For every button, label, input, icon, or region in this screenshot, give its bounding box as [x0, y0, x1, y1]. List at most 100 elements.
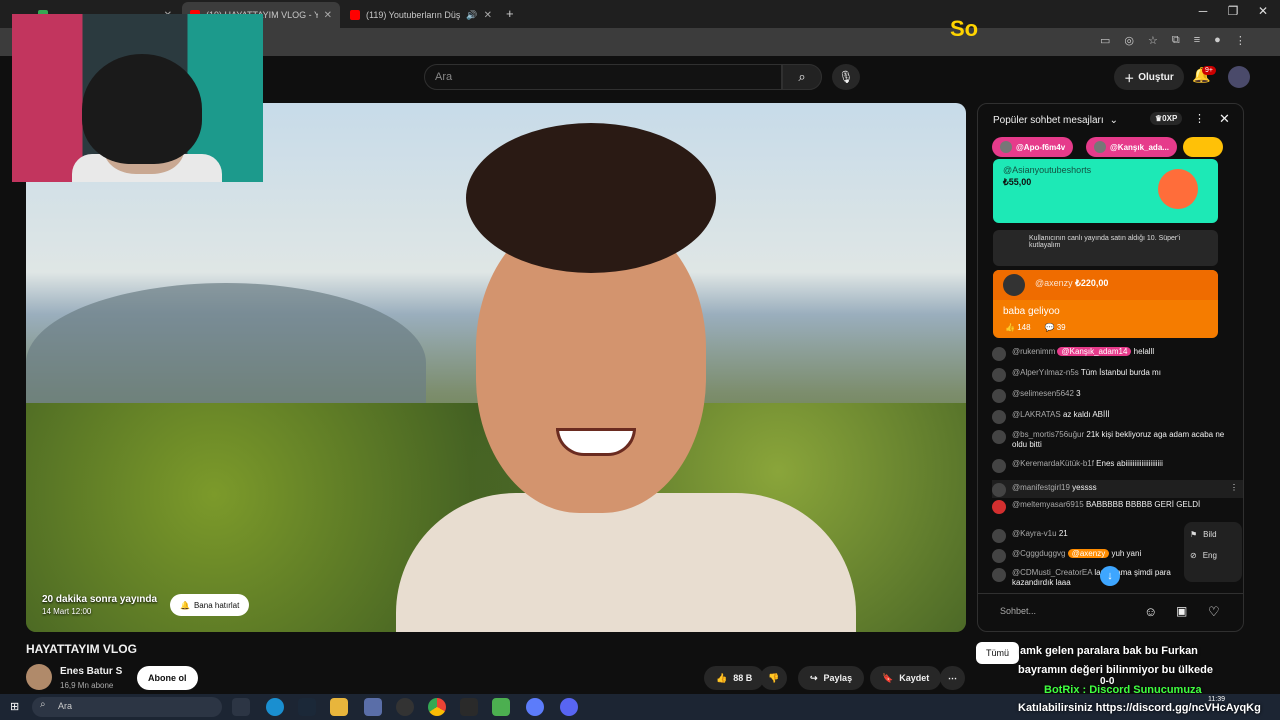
arrow-down-icon: ↓ [1107, 570, 1113, 582]
browser-tab-3[interactable]: (119) Youtuberların Düşüşü 🔊 ✕ [342, 2, 500, 28]
block-menu-item[interactable]: ⊘ Eng [1190, 551, 1236, 560]
profile-icon[interactable]: ● [1214, 34, 1221, 47]
search-button[interactable]: ⌕ [782, 64, 822, 90]
user-avatar [992, 368, 1006, 382]
extensions-icon[interactable]: ⧉ [1172, 34, 1180, 47]
subscribe-button[interactable]: Abone ol [137, 666, 198, 690]
user-avatar [992, 459, 1006, 473]
chat-message[interactable]: @manifestgirl19 yessss ⋮ [992, 480, 1243, 498]
filter-chip-all[interactable]: Tümü [976, 642, 1020, 664]
pinned-pill[interactable]: @Kanşık_ada... [1086, 137, 1177, 157]
superchat-card[interactable]: @axenzy ₺220,00 baba geliyoo 👍 148 💬 39 [993, 270, 1218, 338]
create-label: Oluştur [1138, 71, 1174, 83]
bell-outline-icon: 🔔 [180, 600, 190, 610]
message-author: @Kayra-v1u [1012, 529, 1057, 538]
windows-start-icon[interactable]: ⊞ [10, 700, 19, 713]
file-explorer-icon[interactable] [330, 698, 348, 716]
pinned-pill-emoji[interactable] [1183, 137, 1223, 157]
create-button[interactable]: ＋ Oluştur [1114, 64, 1184, 90]
chat-message[interactable]: @meltemyasar6915 BABBBBB BBBBB GERİ GELD… [992, 500, 1237, 514]
superchat-amount: ₺220,00 [1075, 278, 1109, 288]
report-menu-item[interactable]: ⚑ Bild [1190, 530, 1236, 539]
restore-icon[interactable]: ❐ [1218, 4, 1248, 18]
share-button[interactable]: ↪ Paylaş [798, 666, 865, 690]
chat-message[interactable]: @AlperYılmaz-n5s Tüm İstanbul burda mı [992, 368, 1237, 382]
user-avatar [992, 500, 1006, 514]
eye-off-icon[interactable]: ◎ [1124, 34, 1134, 47]
message-context-menu: ⚑ Bild ⊘ Eng [1184, 522, 1242, 582]
user-avatar [992, 430, 1006, 444]
channel-avatar[interactable] [26, 664, 52, 690]
video-player[interactable] [26, 103, 966, 632]
pinned-pill[interactable]: @Apo-f6m4v [992, 137, 1074, 157]
like-button[interactable]: 👍 88 B [704, 666, 765, 690]
message-author: @manifestgirl19 [1012, 483, 1070, 492]
emoji-icon[interactable]: ☺ [1144, 604, 1157, 619]
scroll-down-button[interactable]: ↓ [1100, 566, 1120, 586]
app-icon[interactable] [492, 698, 510, 716]
message-author: @selimesen5642 [1012, 389, 1074, 398]
super-chat-icon[interactable]: ▣ [1176, 604, 1187, 618]
cast-icon[interactable]: ▭ [1100, 34, 1110, 47]
dislike-button[interactable]: 👎 [760, 666, 788, 690]
reply-reaction[interactable]: 💬 39 [1045, 323, 1066, 332]
share-label: Paylaş [823, 673, 853, 683]
superchat-reactions: 👍 148 💬 39 [1005, 323, 1066, 332]
window-close-icon[interactable]: ✕ [1248, 4, 1278, 18]
remind-me-button[interactable]: 🔔 Bana hatırlat [170, 594, 250, 616]
star-icon[interactable]: ☆ [1148, 34, 1158, 47]
store-icon[interactable] [364, 698, 382, 716]
menu-item-label: Bild [1203, 530, 1217, 539]
more-actions-button[interactable]: ⋯ [940, 666, 965, 690]
xp-badge[interactable]: ♛0XP [1150, 112, 1183, 125]
chat-message[interactable]: @CDMusti_CreatorEA lan adama şimdi para … [992, 568, 1182, 588]
discord-icon[interactable] [560, 698, 578, 716]
account-avatar[interactable] [1228, 66, 1250, 88]
kebab-menu-icon[interactable]: ⋮ [1194, 112, 1205, 125]
steam-icon[interactable] [298, 698, 316, 716]
search-input[interactable]: Ara [424, 64, 782, 90]
chrome-icon[interactable] [428, 698, 446, 716]
video-person-hair [466, 123, 716, 273]
user-avatar [992, 549, 1006, 563]
app-icon[interactable] [526, 698, 544, 716]
chat-message[interactable]: @LAKRATAS az kaldı ABİİİ [992, 410, 1237, 424]
plus-icon: ＋ [1124, 73, 1135, 85]
user-avatar [992, 483, 1006, 497]
new-tab-button[interactable]: + [506, 6, 514, 21]
chat-title: Popüler sohbet mesajları [993, 114, 1104, 126]
pill-avatar [1094, 141, 1106, 153]
chat-message[interactable]: @selimesen5642 3 [992, 389, 1237, 403]
edge-icon[interactable] [266, 698, 284, 716]
close-icon[interactable]: ✕ [324, 10, 332, 21]
notification-badge: 9+ [1202, 66, 1216, 75]
chat-message[interactable]: @bs_mortis756uğur 21k kişi bekliyoruz ag… [992, 430, 1237, 450]
schedule-date: 14 Mart 12:00 [42, 607, 92, 616]
pill-avatar [1000, 141, 1012, 153]
tab-label: (119) Youtuberların Düşüşü [366, 10, 461, 20]
save-button[interactable]: 🔖 Kaydet [870, 666, 942, 690]
media-icon[interactable]: ≡ [1194, 34, 1200, 47]
message-text: Enes abiiiiiiiiiiiiiiiiiiiii [1096, 459, 1163, 468]
chat-input[interactable]: Sohbet... [992, 602, 1132, 622]
kebab-menu-icon[interactable]: ⋮ [1235, 34, 1246, 47]
chat-message[interactable]: @KeremardaKütük-b1f Enes abiiiiiiiiiiiii… [992, 459, 1237, 473]
superchat-card[interactable]: @Asianyoutubeshorts ₺55,00 [993, 159, 1218, 223]
close-icon[interactable]: ✕ [484, 10, 492, 21]
mic-button[interactable]: 🎙 [832, 64, 860, 90]
speaker-icon[interactable]: 🔊 [466, 10, 477, 21]
heart-icon[interactable]: ♡ [1208, 604, 1220, 620]
channel-name[interactable]: Enes Batur S [60, 666, 122, 677]
chat-message[interactable]: @rukenimm @Kanşık_adam14 helalll [992, 347, 1237, 361]
minimize-icon[interactable]: ─ [1188, 4, 1218, 18]
youtube-favicon-icon [350, 10, 360, 20]
webcam-overlay [12, 14, 263, 182]
like-reaction[interactable]: 👍 148 [1005, 323, 1031, 332]
superchat-header: @axenzy ₺220,00 [993, 270, 1218, 300]
message-menu-icon[interactable]: ⋮ [1230, 483, 1243, 498]
close-icon[interactable]: ✕ [1219, 111, 1230, 127]
epic-games-icon[interactable] [460, 698, 478, 716]
task-view-icon[interactable] [232, 698, 250, 716]
taskbar-search[interactable]: Ara [32, 697, 222, 717]
obs-icon[interactable] [396, 698, 414, 716]
